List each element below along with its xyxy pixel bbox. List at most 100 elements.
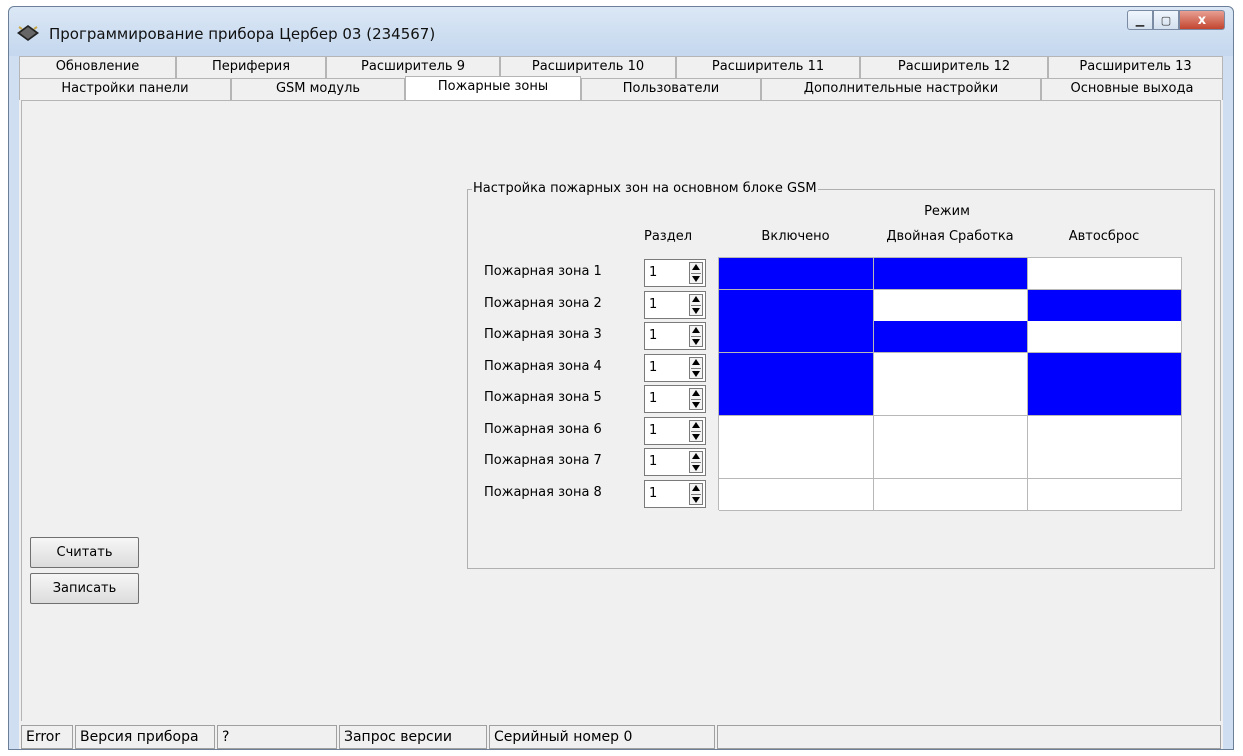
mode-header: Режим bbox=[924, 204, 970, 219]
mode-column-header-0: Включено bbox=[761, 229, 830, 244]
spin-up-icon[interactable] bbox=[692, 485, 700, 491]
zone-label: Пожарная зона 7 bbox=[484, 453, 602, 468]
mode-cell[interactable] bbox=[1028, 258, 1182, 290]
tab-tabs_row2-2[interactable]: Пожарные зоны bbox=[405, 76, 581, 100]
mode-cell[interactable] bbox=[874, 290, 1028, 322]
client-area: Обновление Периферия Расширитель 9 Расширит… bbox=[19, 56, 1223, 749]
title-bar[interactable]: Программирование прибора Цербер 03 (2345… bbox=[9, 7, 1233, 56]
tab-tabs_row1-4[interactable]: Расширитель 11 bbox=[676, 56, 860, 78]
spin-down-icon[interactable] bbox=[692, 434, 700, 440]
tab-tabs_row2-1[interactable]: GSM модуль bbox=[231, 78, 405, 100]
spin-up-icon[interactable] bbox=[692, 453, 700, 459]
spin-down-icon[interactable] bbox=[692, 465, 700, 471]
spin-arrows[interactable] bbox=[689, 325, 703, 347]
spin-up-icon[interactable] bbox=[692, 296, 700, 302]
mode-cell[interactable] bbox=[719, 447, 874, 479]
section-spinner[interactable]: 1 bbox=[644, 322, 706, 350]
minimize-button[interactable]: ▁ bbox=[1127, 10, 1153, 30]
spin-down-icon[interactable] bbox=[692, 402, 700, 408]
tab-tabs_row1-0[interactable]: Обновление bbox=[19, 56, 176, 78]
section-spinner[interactable]: 1 bbox=[644, 480, 706, 508]
maximize-button[interactable]: ▢ bbox=[1153, 10, 1179, 30]
tab-tabs_row1-2[interactable]: Расширитель 9 bbox=[326, 56, 500, 78]
status-version-request: Запрос версии bbox=[339, 725, 487, 749]
spin-up-icon[interactable] bbox=[692, 327, 700, 333]
mode-cell[interactable] bbox=[719, 479, 874, 511]
section-value[interactable]: 1 bbox=[649, 486, 657, 501]
mode-cell[interactable] bbox=[874, 258, 1028, 290]
spin-up-icon[interactable] bbox=[692, 359, 700, 365]
status-device-version: Версия прибора bbox=[75, 725, 215, 749]
tab-tabs_row2-5[interactable]: Основные выхода bbox=[1041, 78, 1223, 100]
mode-cell[interactable] bbox=[719, 258, 874, 290]
spin-up-icon[interactable] bbox=[692, 422, 700, 428]
spin-down-icon[interactable] bbox=[692, 308, 700, 314]
section-value[interactable]: 1 bbox=[649, 297, 657, 312]
mode-cell[interactable] bbox=[874, 384, 1028, 416]
spin-arrows[interactable] bbox=[689, 451, 703, 473]
mode-cell[interactable] bbox=[874, 447, 1028, 479]
zone-label: Пожарная зона 4 bbox=[484, 359, 602, 374]
section-spinner[interactable]: 1 bbox=[644, 417, 706, 445]
spin-up-icon[interactable] bbox=[692, 264, 700, 270]
tab-row-2: Настройки панели GSM модуль Пожарные зоны П… bbox=[19, 76, 1223, 100]
mode-cell[interactable] bbox=[874, 416, 1028, 448]
tab-tabs_row1-6[interactable]: Расширитель 13 bbox=[1048, 56, 1223, 78]
mode-cell[interactable] bbox=[719, 353, 874, 385]
chip-icon bbox=[17, 25, 39, 41]
spin-arrows[interactable] bbox=[689, 420, 703, 442]
tab-tabs_row1-5[interactable]: Расширитель 12 bbox=[860, 56, 1048, 78]
section-value[interactable]: 1 bbox=[649, 454, 657, 469]
tab-tabs_row1-1[interactable]: Периферия bbox=[176, 56, 326, 78]
spin-down-icon[interactable] bbox=[692, 276, 700, 282]
spin-divider bbox=[691, 399, 701, 400]
spin-down-icon[interactable] bbox=[692, 339, 700, 345]
mode-cell[interactable] bbox=[719, 290, 874, 322]
groupbox-title: Настройка пожарных зон на основном блоке… bbox=[472, 181, 818, 196]
section-header: Раздел bbox=[643, 229, 692, 244]
mode-cell[interactable] bbox=[874, 321, 1028, 353]
mode-cell[interactable] bbox=[1028, 353, 1182, 385]
mode-cell[interactable] bbox=[1028, 290, 1182, 322]
mode-cell[interactable] bbox=[1028, 384, 1182, 416]
mode-cell[interactable] bbox=[1028, 447, 1182, 479]
close-button[interactable]: x bbox=[1179, 10, 1225, 30]
section-value[interactable]: 1 bbox=[649, 265, 657, 280]
read-button[interactable]: Считать bbox=[30, 537, 139, 568]
tab-tabs_row1-3[interactable]: Расширитель 10 bbox=[500, 56, 676, 78]
write-button[interactable]: Записать bbox=[30, 573, 139, 604]
minimize-icon: ▁ bbox=[1135, 13, 1145, 27]
spin-arrows[interactable] bbox=[689, 357, 703, 379]
section-spinner[interactable]: 1 bbox=[644, 291, 706, 319]
tab-tabs_row2-4[interactable]: Дополнительные настройки bbox=[761, 78, 1041, 100]
mode-cell[interactable] bbox=[719, 321, 874, 353]
mode-cell[interactable] bbox=[874, 353, 1028, 385]
spin-arrows[interactable] bbox=[689, 262, 703, 284]
tab-tabs_row2-0[interactable]: Настройки панели bbox=[19, 78, 231, 100]
mode-cell[interactable] bbox=[1028, 479, 1182, 511]
section-spinner[interactable]: 1 bbox=[644, 259, 706, 287]
mode-cell[interactable] bbox=[1028, 416, 1182, 448]
spin-down-icon[interactable] bbox=[692, 371, 700, 377]
app-window: Программирование прибора Цербер 03 (2345… bbox=[8, 6, 1234, 750]
spin-down-icon[interactable] bbox=[692, 497, 700, 503]
section-value[interactable]: 1 bbox=[649, 391, 657, 406]
section-spinner[interactable]: 1 bbox=[644, 448, 706, 476]
mode-cell[interactable] bbox=[1028, 321, 1182, 353]
spin-arrows[interactable] bbox=[689, 388, 703, 410]
spin-arrows[interactable] bbox=[689, 294, 703, 316]
status-extra bbox=[717, 725, 1221, 749]
section-spinner[interactable]: 1 bbox=[644, 354, 706, 382]
spin-up-icon[interactable] bbox=[692, 390, 700, 396]
section-value[interactable]: 1 bbox=[649, 360, 657, 375]
mode-cell[interactable] bbox=[874, 479, 1028, 511]
spin-arrows[interactable] bbox=[689, 483, 703, 505]
mode-cell[interactable] bbox=[719, 416, 874, 448]
spin-divider bbox=[691, 494, 701, 495]
tab-tabs_row2-3[interactable]: Пользователи bbox=[581, 78, 761, 100]
section-value[interactable]: 1 bbox=[649, 328, 657, 343]
section-spinner[interactable]: 1 bbox=[644, 385, 706, 413]
tab-row-1: Обновление Периферия Расширитель 9 Расширит… bbox=[19, 56, 1223, 78]
mode-cell[interactable] bbox=[719, 384, 874, 416]
section-value[interactable]: 1 bbox=[649, 423, 657, 438]
